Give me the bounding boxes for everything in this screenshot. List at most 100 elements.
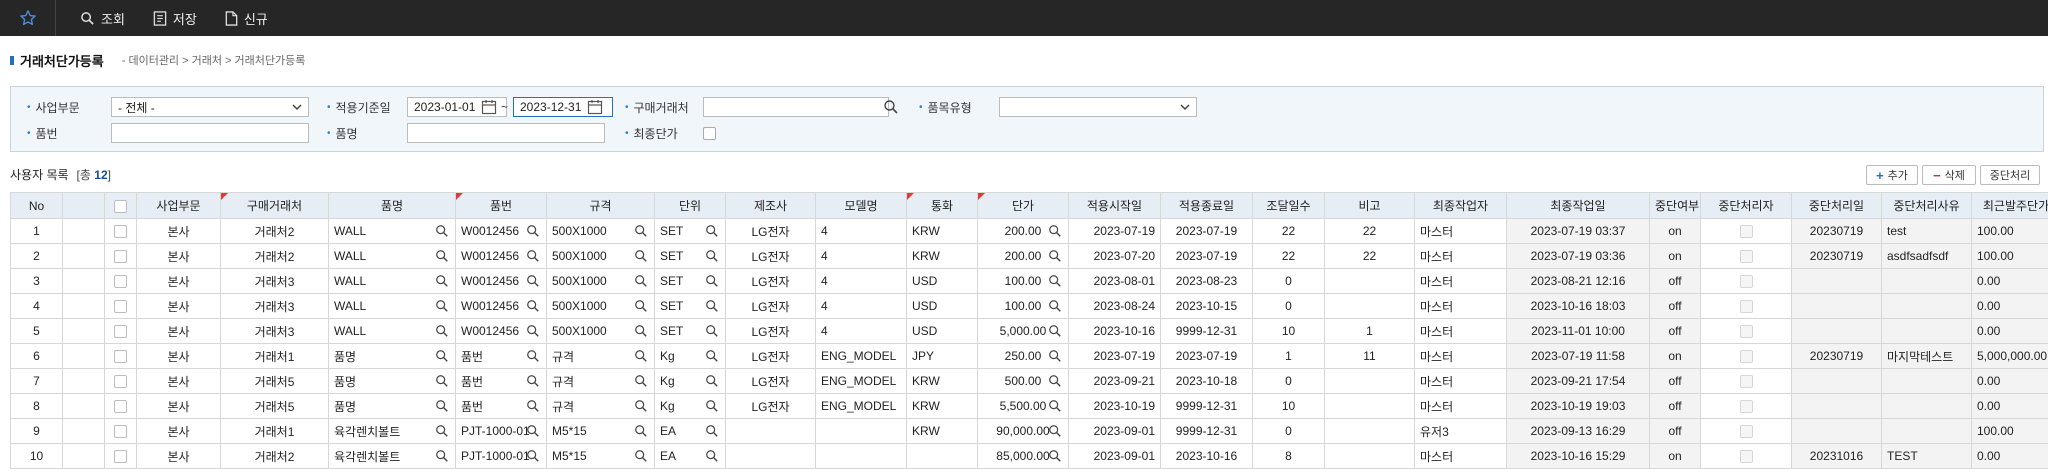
table-cell[interactable]: KRW [906,368,978,394]
select-all-checkbox[interactable] [114,199,127,213]
table-cell[interactable]: SET [654,268,726,294]
table-cell[interactable]: off [1649,318,1701,344]
lookup-icon[interactable] [435,249,449,263]
table-cell[interactable] [1700,418,1792,444]
suspended-checkbox[interactable] [1739,325,1753,339]
table-cell[interactable]: 4 [815,268,907,294]
table-cell[interactable]: off [1649,293,1701,319]
table-cell[interactable]: 육각렌치볼트 [328,418,456,444]
table-cell[interactable]: TEST [1881,443,1972,469]
table-cell[interactable]: 거래처2 [220,243,329,269]
row-checkbox[interactable] [114,450,127,464]
table-cell[interactable]: KRW [906,418,978,444]
table-cell[interactable]: LG전자 [725,243,816,269]
table-cell[interactable]: 500.00 [977,368,1069,394]
table-cell[interactable]: test [1881,218,1972,244]
table-cell[interactable]: ENG_MODEL [815,368,907,394]
table-cell[interactable]: 2023-09-01 [1068,443,1161,469]
division-select[interactable]: - 전체 - [111,97,309,117]
lookup-icon[interactable] [705,274,719,288]
table-cell[interactable]: 2023-10-16 [1068,318,1161,344]
table-cell[interactable]: 본사 [136,268,221,294]
table-cell[interactable]: USD [906,318,978,344]
table-cell[interactable]: Kg [654,343,726,369]
search-button[interactable]: 조회 [66,0,139,36]
table-cell[interactable]: 품명 [328,343,456,369]
table-cell[interactable]: 2023-08-24 [1068,293,1161,319]
lookup-icon[interactable] [1048,249,1062,263]
table-cell[interactable] [1700,268,1792,294]
table-cell[interactable]: 5,000.00 [977,318,1069,344]
table-cell[interactable]: on [1649,343,1701,369]
column-header[interactable]: 적용종료일 [1160,192,1253,219]
table-cell[interactable]: 육각렌치볼트 [328,443,456,469]
table-cell[interactable]: 90,000.00 [977,418,1069,444]
table-cell[interactable]: 20231016 [1791,443,1882,469]
table-cell[interactable]: SET [654,293,726,319]
suspended-checkbox[interactable] [1739,225,1753,239]
row-checkbox[interactable] [114,400,127,414]
column-header[interactable]: 중단여부 [1649,192,1701,219]
table-cell[interactable]: LG전자 [725,393,816,419]
suspended-checkbox[interactable] [1739,450,1753,464]
column-header[interactable]: 중단처리일 [1791,192,1882,219]
column-header[interactable]: 단위 [654,192,726,219]
table-cell[interactable]: 규격 [546,343,655,369]
table-cell[interactable]: 거래처5 [220,393,329,419]
table-cell[interactable]: 거래처3 [220,268,329,294]
table-cell[interactable]: 500X1000 [546,243,655,269]
column-header[interactable]: 최근발주단가 [1971,192,2048,219]
table-cell[interactable]: 5,500.00 [977,393,1069,419]
column-header[interactable]: No [10,192,63,219]
table-cell[interactable] [1791,293,1882,319]
calendar-icon[interactable] [481,99,497,115]
table-row[interactable]: 4 본사 거래처3 WALL W0012456 500X1000 SET LG전자 4 USD 10… [10,293,2048,319]
table-cell[interactable]: Kg [654,368,726,394]
table-cell[interactable]: 2023-07-19 03:37 [1506,218,1650,244]
table-cell[interactable]: 0.00 [1971,443,2048,469]
table-cell[interactable]: 2023-10-18 [1160,368,1253,394]
table-cell[interactable]: 본사 [136,343,221,369]
suspended-checkbox[interactable] [1739,425,1753,439]
lookup-icon[interactable] [526,449,540,463]
lookup-icon[interactable] [1048,399,1062,413]
table-cell[interactable]: W0012456 [455,293,547,319]
table-cell[interactable]: 마스터 [1414,368,1507,394]
table-cell[interactable]: KRW [906,218,978,244]
lookup-icon[interactable] [634,274,648,288]
table-cell[interactable]: 마스터 [1414,343,1507,369]
table-cell[interactable]: 0 [1252,293,1325,319]
table-cell[interactable]: 250.00 [977,343,1069,369]
table-cell[interactable]: 본사 [136,393,221,419]
lookup-icon[interactable] [705,424,719,438]
table-cell[interactable]: 1 [1252,343,1325,369]
table-cell[interactable]: 0.00 [1971,268,2048,294]
table-cell[interactable]: 2023-08-23 [1160,268,1253,294]
suspended-checkbox[interactable] [1739,250,1753,264]
table-cell[interactable]: 0 [1252,368,1325,394]
table-cell[interactable]: 본사 [136,243,221,269]
table-cell[interactable]: 유저3 [1414,418,1507,444]
table-cell[interactable]: 품번 [455,368,547,394]
table-cell[interactable]: 2023-08-01 [1068,268,1161,294]
table-cell[interactable]: 2023-07-19 11:58 [1506,343,1650,369]
suspended-checkbox[interactable] [1739,375,1753,389]
column-header[interactable]: 제조사 [725,192,816,219]
table-row[interactable]: 2 본사 거래처2 WALL W0012456 500X1000 SET LG전자 4 KRW 20… [10,243,2048,269]
table-cell[interactable]: 20230719 [1791,218,1882,244]
table-cell[interactable]: 0.00 [1971,318,2048,344]
suspended-checkbox[interactable] [1739,275,1753,289]
table-cell[interactable]: SET [654,318,726,344]
table-cell[interactable]: 100.00 [1971,218,2048,244]
table-cell[interactable]: M5*15 [546,443,655,469]
row-select-cell[interactable] [104,418,137,444]
table-cell[interactable] [1881,368,1972,394]
lookup-icon[interactable] [705,324,719,338]
table-cell[interactable]: 거래처1 [220,343,329,369]
lookup-icon[interactable] [435,374,449,388]
table-cell[interactable] [1700,443,1792,469]
table-cell[interactable]: on [1649,218,1701,244]
table-cell[interactable]: 10 [1252,318,1325,344]
column-header[interactable]: 모델명 [815,192,907,219]
lookup-icon[interactable] [634,399,648,413]
